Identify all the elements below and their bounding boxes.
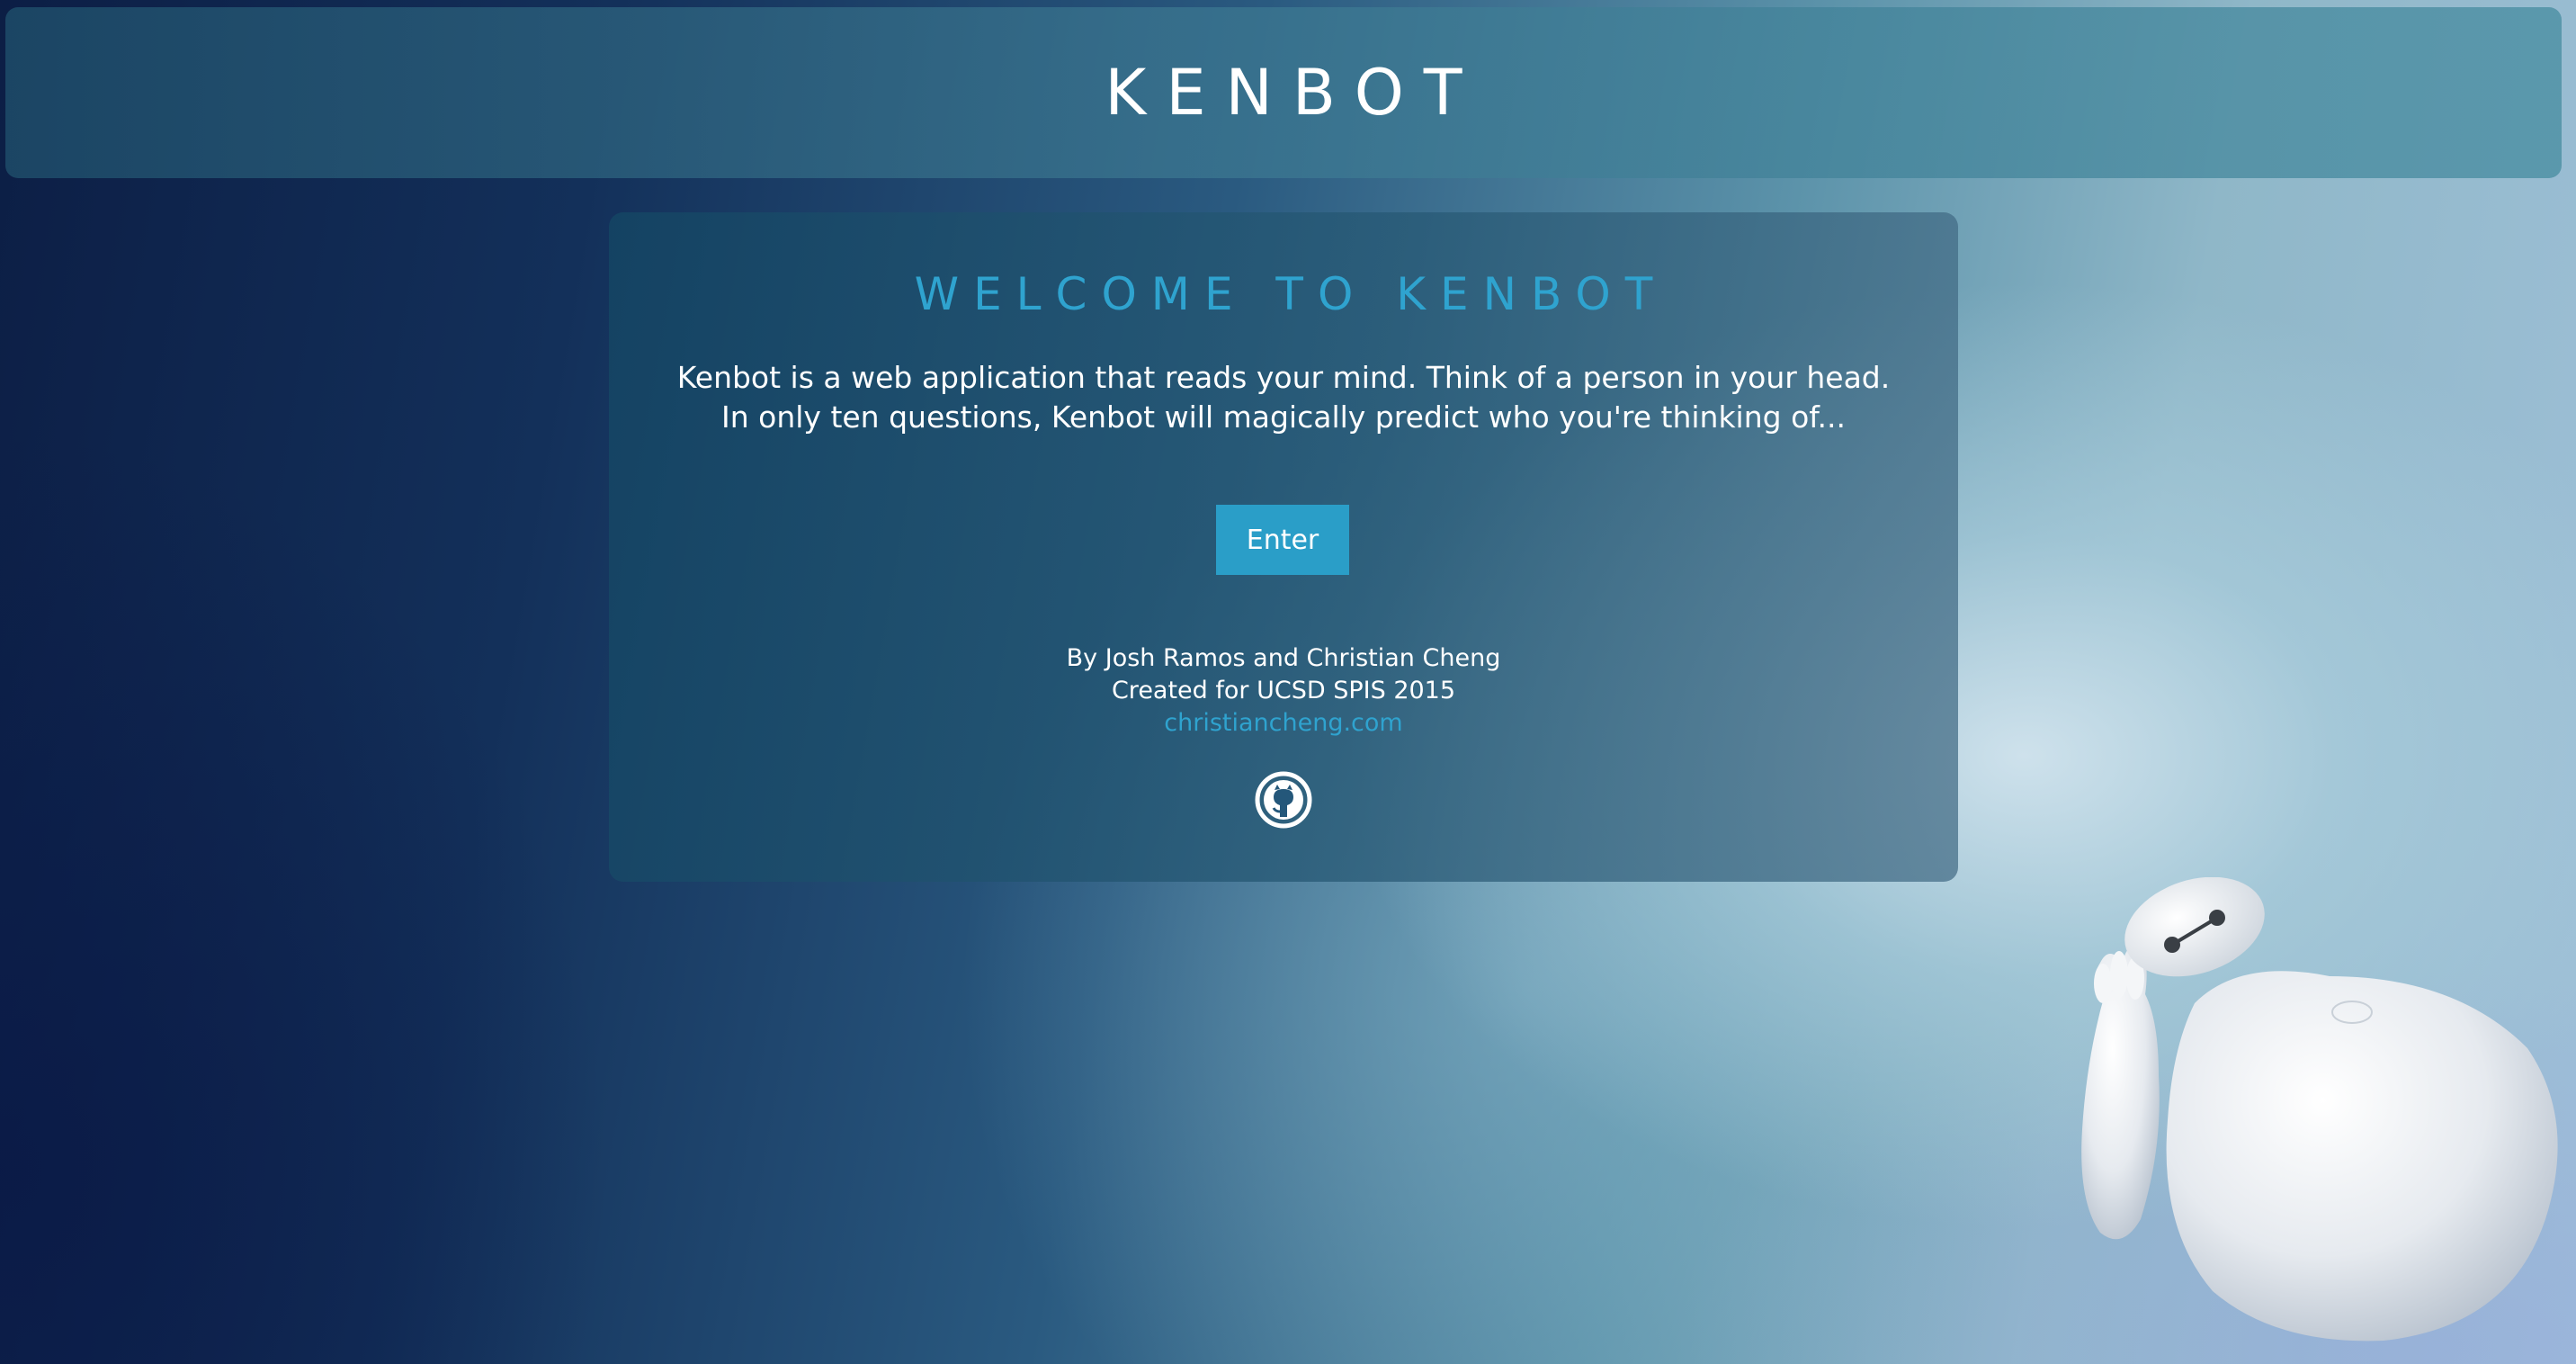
- site-title: KENBOT: [1105, 56, 1482, 130]
- baymax-illustration: [2060, 876, 2563, 1345]
- website-link[interactable]: christiancheng.com: [1164, 709, 1402, 737]
- welcome-card: WELCOME TO KENBOT Kenbot is a web applic…: [609, 212, 1958, 882]
- authors-line: By Josh Ramos and Christian Cheng: [1066, 644, 1501, 672]
- github-icon[interactable]: [1254, 770, 1313, 830]
- app-description: Kenbot is a web application that reads y…: [676, 360, 1891, 435]
- welcome-heading: WELCOME TO KENBOT: [914, 268, 1668, 320]
- created-for-line: Created for UCSD SPIS 2015: [1111, 677, 1456, 704]
- site-header: KENBOT: [5, 7, 2562, 178]
- enter-button[interactable]: Enter: [1216, 505, 1349, 575]
- credits: By Josh Ramos and Christian Cheng Create…: [609, 642, 1958, 740]
